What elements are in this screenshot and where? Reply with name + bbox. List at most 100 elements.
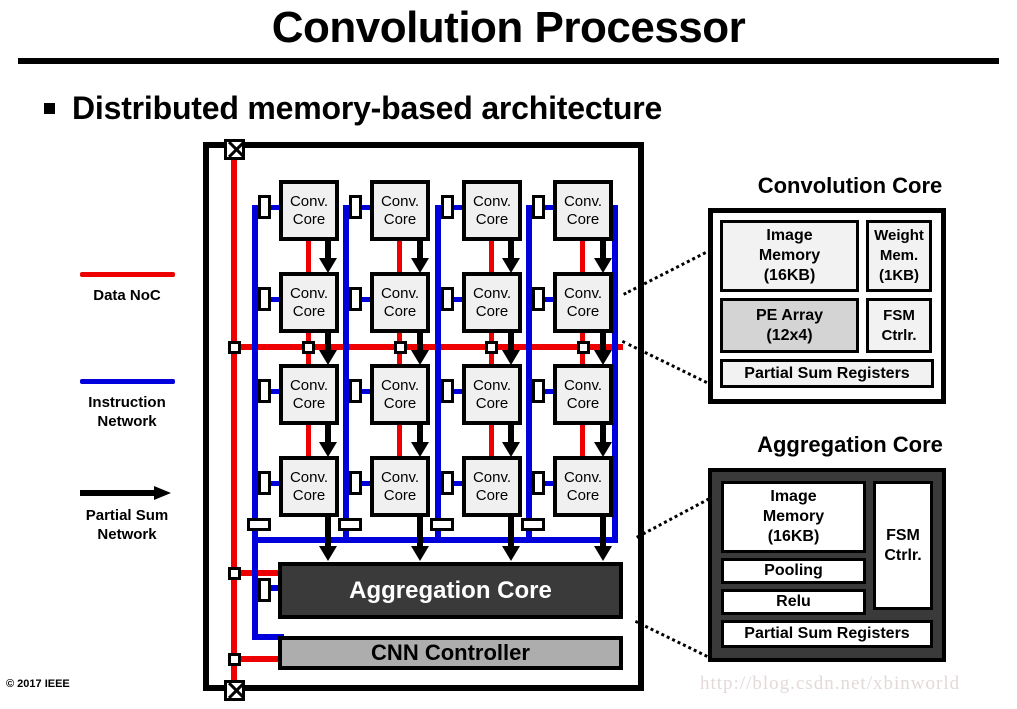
aggregation-core-block[interactable]: Aggregation Core	[278, 562, 623, 619]
conv-core-label-line1: Conv.	[289, 284, 329, 302]
data-noc-router-trunk[interactable]	[228, 341, 241, 354]
weight-mem-line1: Weight	[874, 227, 924, 244]
legend-arrow-head	[154, 486, 171, 500]
conv-core-r3c4[interactable]: Conv. Core	[553, 364, 613, 425]
conv-core-r2c2[interactable]: Conv. Core	[370, 272, 430, 333]
conv-core-label-line1: Conv.	[380, 468, 420, 486]
instruction-buffer-r2c3[interactable]	[441, 287, 454, 311]
data-noc-router-c3[interactable]	[485, 341, 498, 354]
psum-registers-label: Partial Sum Registers	[744, 625, 910, 642]
fsm-line2: Ctrlr.	[884, 546, 922, 564]
conv-core-label-line2: Core	[475, 394, 509, 412]
conv-core-r2c1[interactable]: Conv. Core	[279, 272, 339, 333]
conv-core-r4c4[interactable]: Conv. Core	[553, 456, 613, 517]
instruction-buffer-bottom-c4[interactable]	[521, 518, 545, 531]
relu-label: Relu	[776, 593, 811, 610]
arrowhead-psum-col4-r2	[594, 350, 612, 365]
conv-core-detail-row-2: PE Array (12x4) FSM Ctrlr.	[720, 298, 934, 353]
slide-root: Convolution Processor Distributed memory…	[0, 0, 1017, 709]
agg-core-relu: Relu	[721, 589, 866, 615]
conv-core-label-line2: Core	[475, 302, 509, 320]
data-noc-router-cnn-controller[interactable]	[228, 653, 241, 666]
arrowhead-psum-col4-r1	[594, 258, 612, 273]
arrowhead-psum-col2-r1	[411, 258, 429, 273]
conv-core-label-line1: Conv.	[472, 192, 512, 210]
fsm-line1: FSM	[883, 306, 915, 324]
wire-data-col3-seg3	[489, 421, 494, 459]
agg-core-image-memory: Image Memory (16KB)	[721, 481, 866, 553]
agg-core-detail-left-column: Image Memory (16KB) Pooling Relu	[721, 481, 866, 615]
instruction-buffer-r4c2[interactable]	[349, 471, 362, 495]
offchip-interface-top-icon[interactable]	[224, 139, 245, 160]
instruction-buffer-r1c2[interactable]	[349, 195, 362, 219]
pooling-label: Pooling	[764, 562, 823, 579]
conv-core-label-line2: Core	[292, 394, 326, 412]
conv-core-detail-row-1: Image Memory (16KB) Weight Mem. (1KB)	[720, 220, 934, 292]
offchip-interface-bottom-icon[interactable]	[224, 680, 245, 701]
conv-core-r4c1[interactable]: Conv. Core	[279, 456, 339, 517]
callout-aggregation-core-lower	[634, 620, 714, 661]
fsm-line2: Ctrlr.	[881, 326, 917, 344]
cnn-controller-label: CNN Controller	[371, 640, 530, 665]
agg-core-detail-main-row: Image Memory (16KB) Pooling Relu FSM Ctr…	[721, 481, 933, 615]
cnn-controller-block[interactable]: CNN Controller	[278, 636, 623, 670]
conv-core-r3c1[interactable]: Conv. Core	[279, 364, 339, 425]
conv-core-r4c2[interactable]: Conv. Core	[370, 456, 430, 517]
instruction-buffer-bottom-c1[interactable]	[247, 518, 271, 531]
wire-data-col2-seg3	[397, 421, 402, 459]
bullet-row: Distributed memory-based architecture	[44, 84, 944, 132]
conv-core-r3c2[interactable]: Conv. Core	[370, 364, 430, 425]
conv-core-r4c3[interactable]: Conv. Core	[462, 456, 522, 517]
page-title: Convolution Processor	[271, 3, 746, 52]
data-noc-router-c4[interactable]	[577, 341, 590, 354]
conv-core-r2c3[interactable]: Conv. Core	[462, 272, 522, 333]
wire-data-col3-seg1	[489, 237, 494, 275]
arrowhead-psum-col4-to-agg	[594, 546, 612, 561]
wire-data-noc-trunk-vertical	[231, 150, 237, 688]
conv-core-r3c3[interactable]: Conv. Core	[462, 364, 522, 425]
conv-core-label-line1: Conv.	[472, 284, 512, 302]
conv-core-r1c3[interactable]: Conv. Core	[462, 180, 522, 241]
arrowhead-psum-col3-to-agg	[502, 546, 520, 561]
conv-core-r1c2[interactable]: Conv. Core	[370, 180, 430, 241]
instruction-buffer-r3c2[interactable]	[349, 379, 362, 403]
conv-core-label-line2: Core	[383, 486, 417, 504]
conv-core-pe-array: PE Array (12x4)	[720, 298, 859, 353]
instruction-buffer-bottom-c2[interactable]	[338, 518, 362, 531]
instruction-buffer-r2c1[interactable]	[258, 287, 271, 311]
instruction-buffer-bottom-c3[interactable]	[430, 518, 454, 531]
conv-core-label-line2: Core	[383, 394, 417, 412]
instruction-buffer-r4c1[interactable]	[258, 471, 271, 495]
instruction-buffer-r3c4[interactable]	[532, 379, 545, 403]
conv-core-r1c4[interactable]: Conv. Core	[553, 180, 613, 241]
instruction-buffer-r2c4[interactable]	[532, 287, 545, 311]
arrowhead-psum-col1-to-agg	[319, 546, 337, 561]
instruction-buffer-r1c3[interactable]	[441, 195, 454, 219]
conv-core-label-line1: Conv.	[563, 192, 603, 210]
instruction-buffer-r3c3[interactable]	[441, 379, 454, 403]
conv-core-label-line2: Core	[566, 210, 600, 228]
watermark: http://blog.csdn.net/xbinworld	[700, 673, 961, 694]
conv-core-r1c1[interactable]: Conv. Core	[279, 180, 339, 241]
arrowhead-psum-col2-r3	[411, 442, 429, 457]
conv-core-label-line2: Core	[566, 486, 600, 504]
fsm-line1: FSM	[886, 526, 920, 544]
instruction-buffer-aggregation-core[interactable]	[258, 578, 271, 602]
conv-core-fsm-controller: FSM Ctrlr.	[866, 298, 932, 353]
data-noc-router-c1[interactable]	[302, 341, 315, 354]
instruction-buffer-r2c2[interactable]	[349, 287, 362, 311]
conv-core-label-line1: Conv.	[472, 376, 512, 394]
conv-core-label-line2: Core	[383, 302, 417, 320]
instruction-buffer-r3c1[interactable]	[258, 379, 271, 403]
data-noc-router-aggregation-core[interactable]	[228, 567, 241, 580]
conv-core-label-line2: Core	[292, 486, 326, 504]
psum-registers-label: Partial Sum Registers	[744, 364, 910, 382]
conv-core-r2c4[interactable]: Conv. Core	[553, 272, 613, 333]
data-noc-router-c2[interactable]	[394, 341, 407, 354]
instruction-buffer-r4c3[interactable]	[441, 471, 454, 495]
instruction-buffer-r1c1[interactable]	[258, 195, 271, 219]
title-divider	[18, 58, 999, 64]
instruction-buffer-r1c4[interactable]	[532, 195, 545, 219]
instruction-buffer-r4c4[interactable]	[532, 471, 545, 495]
conv-core-label-line1: Conv.	[563, 376, 603, 394]
